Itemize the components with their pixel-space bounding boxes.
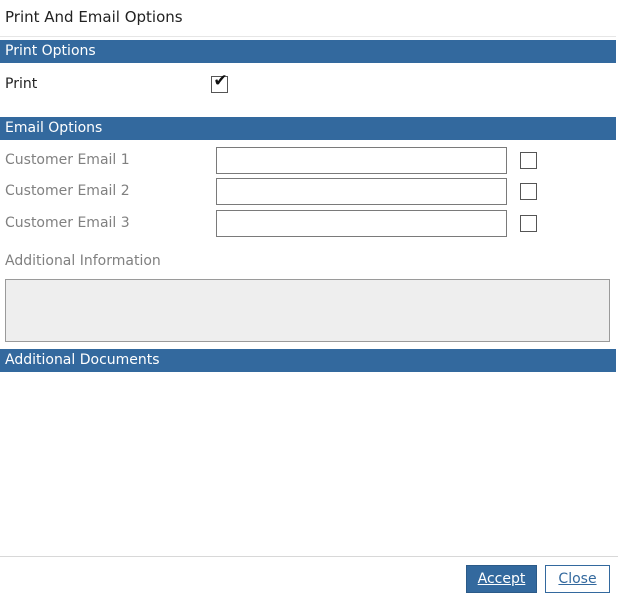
customer-email-2-label: Customer Email 2: [5, 183, 130, 199]
title-divider: [0, 36, 616, 37]
customer-email-1-input[interactable]: [216, 147, 507, 174]
customer-email-3-checkbox[interactable]: [520, 215, 537, 232]
customer-email-2-input[interactable]: [216, 178, 507, 205]
customer-email-2-checkbox[interactable]: [520, 183, 537, 200]
print-checkbox[interactable]: ✔: [211, 71, 228, 93]
customer-email-1-label: Customer Email 1: [5, 152, 130, 168]
additional-information-field[interactable]: [5, 279, 610, 342]
additional-documents-header: Additional Documents: [0, 349, 616, 372]
print-email-dialog: Print And Email Options Print Options Pr…: [0, 0, 618, 596]
customer-email-1-checkbox[interactable]: [520, 152, 537, 169]
print-options-header: Print Options: [0, 40, 616, 63]
close-button[interactable]: Close: [545, 565, 610, 593]
checkmark-icon: ✔: [213, 71, 228, 91]
accept-button[interactable]: Accept: [466, 565, 537, 593]
footer-divider: [0, 556, 618, 557]
customer-email-3-input[interactable]: [216, 210, 507, 237]
print-label: Print: [5, 76, 38, 92]
additional-information-label: Additional Information: [5, 253, 161, 269]
dialog-title: Print And Email Options: [5, 8, 183, 26]
customer-email-3-label: Customer Email 3: [5, 215, 130, 231]
email-options-header: Email Options: [0, 117, 616, 140]
